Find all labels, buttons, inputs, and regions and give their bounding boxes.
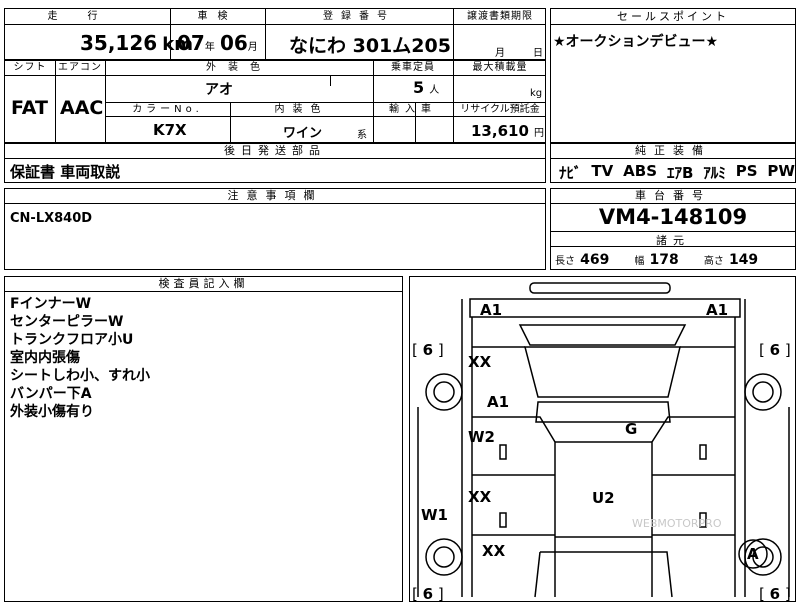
notes-label: 注意事項欄 [5, 189, 545, 204]
notes-value: CN-LX840D [10, 211, 93, 226]
mark-a1-side: A1 [487, 393, 509, 411]
equipment-item: PS [735, 162, 758, 180]
mark-xx-rear: XX [482, 542, 506, 560]
tire-grades: [ 6 ] [ 6 ] [ 6 ] [ 6 ] [412, 341, 791, 602]
shipping-parts-box: 後日発送部品 保証書 車両取説 [4, 143, 546, 183]
inspector-note-line: シートしわ小、すれ小 [10, 368, 150, 384]
equipment-label: 純正装備 [551, 144, 795, 159]
mark-xx-door: XX [468, 488, 492, 506]
max-load-unit: kg [530, 88, 543, 99]
tire-rr-grade: [ 6 ] [759, 585, 791, 602]
equipment-item: TV [591, 162, 614, 180]
mark-g-windshield: G [625, 420, 637, 438]
equipment-item: ｴｱB [666, 164, 694, 182]
tire-fr-grade: [ 6 ] [759, 341, 791, 359]
inspector-note-line: センターピラーW [10, 314, 124, 330]
top-info-table: 走行 車検 登録番号 譲渡書類期限 35,126 km 07年 06月 なにわ … [4, 8, 546, 60]
inspector-note-line: トランクフロア小U [10, 332, 134, 348]
interior-color-suffix: 系 [357, 130, 367, 141]
equipment-list: ﾅﾋﾞ TV ABS ｴｱB ｱﾙﾐ PS PW [559, 162, 795, 183]
ac-label: エアコン [58, 62, 102, 73]
shift-label: シフト [13, 62, 47, 73]
color-no-label: カラーNo. [132, 104, 203, 115]
mark-a-rear-wheel: A [747, 545, 759, 563]
mark-front-right: A1 [706, 301, 728, 319]
equipment-item: ﾅﾋﾞ [559, 164, 582, 182]
sales-point-value: ★オークションデビュー★ [553, 34, 719, 50]
capacity-label: 乗車定員 [391, 62, 435, 73]
tire-rl-grade: [ 6 ] [412, 585, 444, 602]
car-diagram: A1 A1 XX A1 W2 G XX U2 W1 XX A [ 6 ] [ 6… [409, 276, 796, 602]
capacity-value: 5 人 [413, 78, 440, 97]
recycle-fee-value: 13,610 円 [471, 122, 544, 140]
inspector-box: 検査員記入欄 FインナーW センターピラーW トランクフロア小U 室内内張傷 シ… [4, 276, 403, 602]
equipment-box: 純正装備 ﾅﾋﾞ TV ABS ｴｱB ｱﾙﾐ PS PW [550, 143, 796, 183]
sales-point-label: セールスポイント [551, 9, 795, 25]
mark-w1: W1 [421, 506, 448, 524]
interior-color-value: ワイン [283, 126, 323, 141]
interior-color-label: 内装色 [274, 104, 329, 115]
inspector-label: 検査員記入欄 [5, 277, 402, 292]
shipping-parts-label: 後日発送部品 [5, 144, 545, 159]
mileage-label: 走行 [47, 11, 128, 22]
transfer-month-unit: 月 [495, 48, 505, 59]
watermark: WEBMOTORPRO [632, 517, 722, 530]
shift-value: FAT [11, 97, 48, 119]
mark-xx-front: XX [468, 353, 492, 371]
tire-fl-grade: [ 6 ] [412, 341, 444, 359]
chassis-number: VM4-148109 [598, 205, 748, 229]
registration-number: なにわ 301ム205 [289, 35, 451, 57]
mark-u2-roof: U2 [592, 489, 615, 507]
car-diagram-svg: A1 A1 XX A1 W2 G XX U2 W1 XX A [ 6 ] [ 6… [412, 282, 791, 602]
equipment-item: ABS [623, 162, 658, 180]
max-load-label: 最大積載量 [472, 62, 528, 73]
color-no-value: K7X [153, 121, 187, 139]
mark-w2: W2 [468, 428, 495, 446]
equipment-item: ｱﾙﾐ [703, 164, 726, 182]
dimensions: 長さ 469 幅 178 高さ 149 [555, 252, 759, 268]
transfer-day-unit: 日 [533, 48, 543, 59]
exterior-color-label: 外装色 [206, 62, 272, 73]
sales-point-box: セールスポイント ★オークションデビュー★ [550, 8, 796, 143]
exterior-color-value: アオ [205, 82, 233, 98]
equipment-item: PW [767, 162, 795, 180]
chassis-label: 車台番号 [551, 189, 795, 204]
recycle-label: リサイクル預託金 [460, 104, 540, 115]
import-label: 輸入車 [389, 104, 437, 115]
registration-label: 登録番号 [323, 11, 395, 22]
inspection-value: 07年 06月 [177, 31, 258, 55]
inspector-note-line: 室内内張傷 [10, 350, 80, 366]
ac-value: AAC [60, 97, 104, 119]
notes-box: 注意事項欄 CN-LX840D [4, 188, 546, 270]
inspection-label: 車検 [197, 11, 238, 22]
inspector-note-line: FインナーW [10, 296, 92, 312]
chassis-box: 車台番号 VM4-148109 諸元 長さ 469 幅 178 高さ 149 [550, 188, 796, 270]
inspector-note-line: 外装小傷有り [10, 404, 94, 420]
shipping-parts-value: 保証書 車両取説 [10, 163, 121, 181]
inspector-note-line: バンパー下A [10, 386, 92, 402]
spec-table: シフト エアコン 外装色 乗車定員 最大積載量 FAT AAC アオ 5 人 k… [4, 60, 546, 143]
inspector-notes: FインナーW センターピラーW トランクフロア小U 室内内張傷 シートしわ小、す… [10, 295, 150, 421]
transfer-deadline-label: 譲渡書類期限 [467, 11, 533, 22]
mark-front-left: A1 [480, 301, 502, 319]
